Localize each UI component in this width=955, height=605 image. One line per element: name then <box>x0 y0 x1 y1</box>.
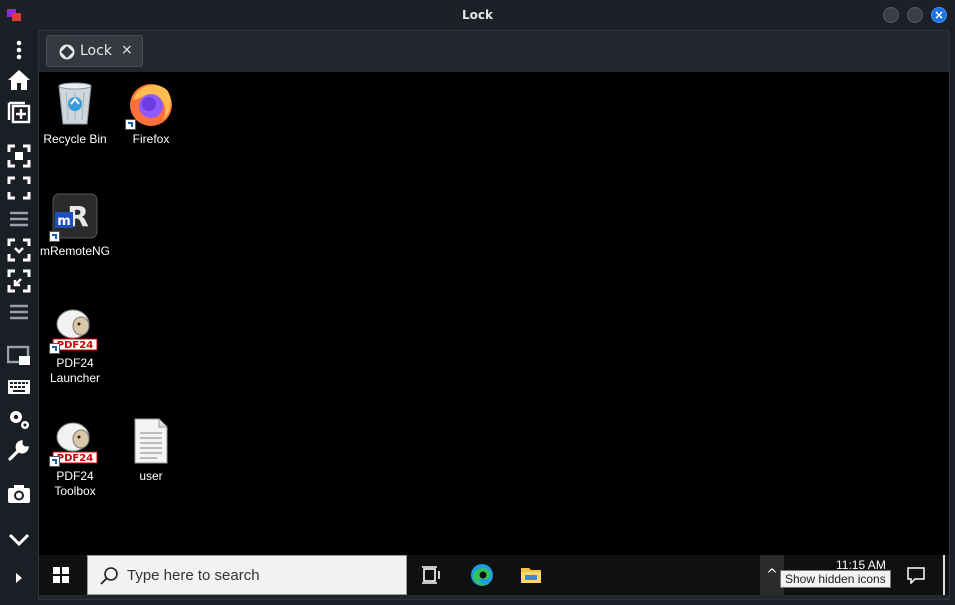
search-icon <box>100 567 118 585</box>
desktop-icon-label: PDF24 Launcher <box>49 356 101 385</box>
wrench-icon[interactable] <box>5 436 33 464</box>
recycle-bin-icon <box>58 82 92 125</box>
desktop-icon-label: user <box>139 469 163 483</box>
taskbar-search-input[interactable]: Type here to search <box>87 555 407 595</box>
tab-bar: Lock × <box>39 31 949 71</box>
notification-icon[interactable] <box>907 566 925 584</box>
desktop-icon-label: Recycle Bin <box>43 132 107 146</box>
menu-lines-2-icon[interactable] <box>5 298 33 326</box>
keyboard-icon[interactable] <box>5 373 33 401</box>
remote-desktop[interactable]: Recycle Bin Firefox R m mRemoteNG PDF24 … <box>39 72 949 555</box>
desktop-icon-pdf24-toolbox[interactable]: PDF24 PDF24 Toolbox <box>36 417 114 499</box>
desktop-icon-firefox[interactable]: Firefox <box>112 80 190 147</box>
new-tab-icon[interactable] <box>5 98 33 126</box>
search-placeholder: Type here to search <box>127 567 260 584</box>
chevron-down-icon[interactable] <box>5 525 33 553</box>
desktop-icon-user-file[interactable]: user <box>112 417 190 484</box>
desktop-icon-label: PDF24 Toolbox <box>54 469 96 498</box>
shortcut-arrow-icon <box>125 119 136 130</box>
title-bar: Lock × <box>0 0 955 30</box>
show-desktop-button[interactable] <box>943 555 945 595</box>
tab-lock[interactable]: Lock × <box>46 35 143 67</box>
sidebar <box>0 30 38 605</box>
shortcut-arrow-icon <box>49 343 60 354</box>
camera-icon[interactable] <box>5 480 33 508</box>
fullscreen-icon[interactable] <box>5 174 33 202</box>
desktop-icon-recycle-bin[interactable]: Recycle Bin <box>36 80 114 147</box>
svg-text:PDF24: PDF24 <box>57 453 93 464</box>
connection-icon <box>59 44 75 60</box>
window-title: Lock <box>462 8 493 22</box>
maximize-button[interactable] <box>907 7 923 23</box>
minimize-button[interactable] <box>883 7 899 23</box>
desktop-icon-label: mRemoteNG <box>39 244 110 258</box>
settings-gears-icon[interactable] <box>5 405 33 433</box>
menu-lines-icon[interactable] <box>5 205 33 233</box>
windows-start-icon[interactable] <box>53 567 69 583</box>
close-window-button[interactable]: × <box>931 7 947 23</box>
desktop-icon-pdf24-launcher[interactable]: PDF24 PDF24 Launcher <box>36 304 114 386</box>
desktop-icon-label: Firefox <box>132 132 170 146</box>
shortcut-arrow-icon <box>49 456 60 467</box>
task-view-icon[interactable] <box>419 563 443 587</box>
tab-label: Lock <box>80 43 112 59</box>
zoom-screen-icon[interactable] <box>5 267 33 295</box>
file-explorer-icon[interactable] <box>519 563 543 587</box>
shortcut-arrow-icon <box>49 231 60 242</box>
fit-screen-icon[interactable] <box>5 142 33 170</box>
display-icon[interactable] <box>5 342 33 370</box>
expand-right-icon[interactable] <box>5 564 33 592</box>
more-menu-icon[interactable] <box>5 36 33 64</box>
desktop-icon-mremoteng[interactable]: R m mRemoteNG <box>36 192 114 259</box>
svg-text:m: m <box>57 214 71 229</box>
text-file-icon <box>134 418 168 464</box>
home-icon[interactable] <box>5 66 33 94</box>
svg-text:PDF24: PDF24 <box>57 340 93 351</box>
edge-browser-icon[interactable] <box>470 563 494 587</box>
windows-taskbar: Type here to search ^ 11:15 AM Show hidd… <box>39 555 949 595</box>
tooltip: Show hidden icons <box>780 570 891 588</box>
scale-screen-icon[interactable] <box>5 236 33 264</box>
tab-close-button[interactable]: × <box>121 42 133 58</box>
